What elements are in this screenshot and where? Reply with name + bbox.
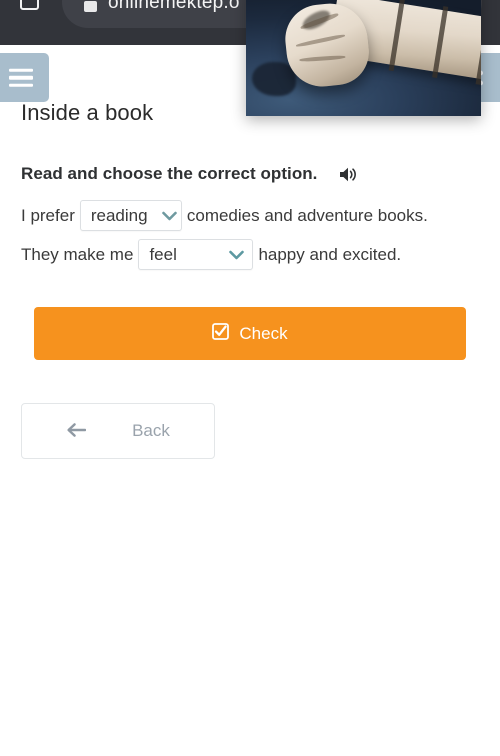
answer-dropdown-1[interactable]: reading — [79, 200, 182, 231]
sentence-2-after: happy and excited. — [258, 245, 402, 264]
answer-dropdown-2-value: feel — [149, 245, 177, 264]
hamburger-menu-button[interactable] — [0, 53, 49, 102]
speaker-icon[interactable] — [339, 166, 358, 183]
sentence-1-after: comedies and adventure books. — [186, 206, 428, 225]
page-title: Inside a book — [21, 100, 154, 125]
sentence-2-before: They make me — [21, 245, 134, 264]
check-button-label: Check — [239, 323, 288, 343]
back-button-label: Back — [132, 421, 170, 440]
check-button[interactable]: Check — [34, 307, 466, 360]
instruction-text: Read and choose the correct option. — [21, 164, 318, 183]
overlay-artwork — [246, 0, 481, 116]
url-text: onlinemektep.o — [108, 0, 240, 13]
site-page-icon — [84, 1, 97, 12]
chevron-down-icon — [161, 211, 177, 221]
answer-dropdown-2[interactable]: feel — [138, 239, 254, 270]
tab-switcher-icon[interactable] — [20, 0, 39, 10]
page-content: Inside a book Read and choose the correc… — [0, 45, 500, 756]
chevron-down-icon — [229, 250, 245, 260]
hamburger-menu-icon — [8, 64, 33, 91]
instruction-row: Read and choose the correct option. — [21, 164, 358, 184]
answer-dropdown-1-value: reading — [90, 206, 148, 225]
arrow-left-icon — [66, 422, 87, 441]
sentence-1-before: I prefer — [21, 206, 75, 225]
sentence-2: They make me feel happy and excited. — [21, 239, 491, 270]
sentence-1: I prefer reading comedies and adventure … — [21, 200, 491, 231]
exercise-sentences: I prefer reading comedies and adventure … — [21, 200, 491, 278]
back-button[interactable]: Back — [21, 403, 215, 459]
checked-box-icon — [212, 322, 230, 345]
video-thumbnail-overlay[interactable] — [246, 0, 481, 116]
